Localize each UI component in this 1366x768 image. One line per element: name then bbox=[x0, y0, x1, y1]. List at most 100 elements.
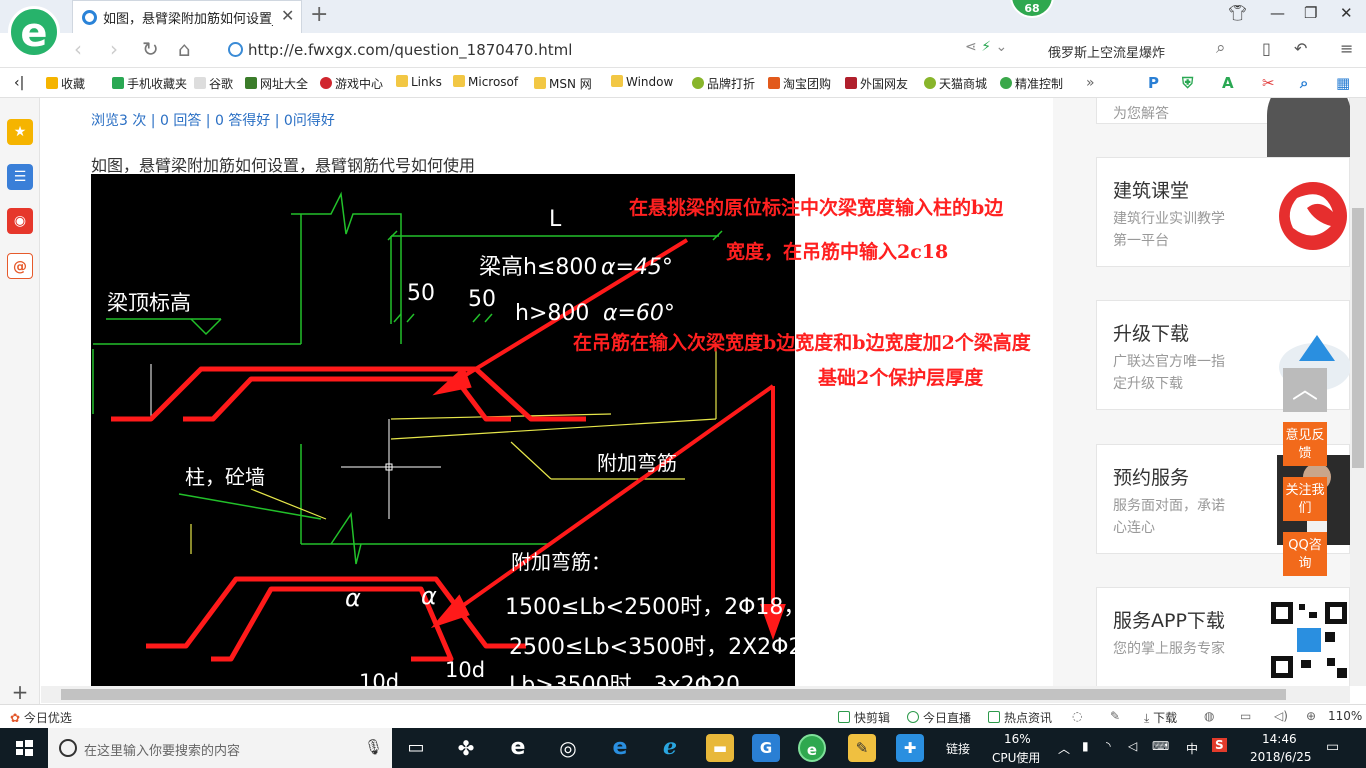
zoom-icon[interactable]: ⊕ bbox=[1306, 709, 1316, 723]
mail-icon[interactable]: @ bbox=[7, 253, 33, 279]
browser-logo[interactable]: e bbox=[8, 6, 60, 58]
status-item[interactable]: ⤓ 下载 bbox=[1144, 709, 1177, 726]
news-list-icon[interactable]: ☰ bbox=[7, 164, 33, 190]
tab-close-icon[interactable]: ✕ bbox=[281, 6, 294, 25]
favorites-star-icon[interactable]: ★ bbox=[7, 119, 33, 145]
translate-icon[interactable]: A bbox=[1222, 74, 1234, 92]
service-card-top[interactable]: 为您解答 bbox=[1096, 98, 1350, 165]
bookmark-folder[interactable]: Window bbox=[611, 75, 673, 89]
bookmark-folder[interactable]: Links bbox=[396, 75, 442, 89]
clock-date[interactable]: 2018/6/25 bbox=[1250, 750, 1312, 764]
page-icon bbox=[194, 77, 206, 89]
bookmark-folder[interactable]: Microsof bbox=[453, 75, 518, 89]
ime-indicator[interactable]: 中 bbox=[1186, 740, 1198, 757]
360-browser-icon[interactable]: e bbox=[798, 734, 826, 762]
feedback-button[interactable]: 意见反馈 bbox=[1283, 422, 1327, 466]
vertical-scrollbar[interactable] bbox=[1350, 98, 1366, 686]
status-item[interactable]: 今日直播 bbox=[907, 709, 971, 726]
tray-expand-icon[interactable]: ︿ bbox=[1058, 740, 1070, 757]
menu-icon[interactable]: ≡ bbox=[1340, 39, 1353, 58]
card-building-class[interactable]: 建筑课堂 建筑行业实训教学第一平台 bbox=[1096, 157, 1350, 267]
forward-icon[interactable]: › bbox=[110, 37, 118, 61]
ie-browser-icon[interactable]: e bbox=[504, 734, 532, 762]
horizontal-scroll-thumb[interactable] bbox=[61, 689, 1286, 700]
leaf-icon bbox=[692, 77, 704, 89]
keyboard-icon[interactable]: ⌨ bbox=[1152, 739, 1169, 753]
ie-icon[interactable]: ℯ bbox=[656, 734, 684, 762]
undo-icon[interactable]: ↶ bbox=[1294, 39, 1307, 58]
swirl-app-icon[interactable]: ◎ bbox=[554, 734, 582, 762]
taskbar-links[interactable]: 链接 bbox=[946, 740, 970, 757]
apps-icon[interactable]: ▦ bbox=[1336, 74, 1350, 92]
status-item[interactable]: 快剪辑 bbox=[838, 709, 890, 726]
bookmark-label: MSN 网 bbox=[549, 77, 592, 91]
today-picks[interactable]: ✿ 今日优选 bbox=[10, 709, 72, 726]
sidebar-toggle-icon[interactable]: ‹| bbox=[14, 75, 24, 91]
new-tab-button[interactable]: + bbox=[310, 2, 328, 27]
horizontal-scrollbar[interactable] bbox=[41, 686, 1350, 703]
bookmark-folder[interactable]: MSN 网 bbox=[534, 75, 592, 92]
mobile-icon[interactable]: ▯ bbox=[1262, 39, 1271, 58]
window-icon[interactable]: ▭ bbox=[1240, 709, 1251, 723]
back-icon[interactable]: ‹ bbox=[74, 37, 82, 61]
bookmark-item[interactable]: 游戏中心 bbox=[320, 75, 383, 92]
weibo-icon[interactable]: ◉ bbox=[7, 208, 33, 234]
bookmark-item[interactable]: 淘宝团购 bbox=[768, 75, 831, 92]
speed-icon[interactable]: ◌ bbox=[1072, 709, 1082, 723]
taskbar-search-input[interactable]: 在这里输入你要搜索的内容 🎙︎ bbox=[48, 728, 392, 768]
back-to-top-button[interactable]: ︿ bbox=[1283, 368, 1327, 412]
app-g-icon[interactable]: G bbox=[752, 734, 780, 762]
plus-app-icon[interactable]: ✚ bbox=[896, 734, 924, 762]
bookmark-item[interactable]: 谷歌 bbox=[194, 75, 233, 92]
close-window-icon[interactable]: ✕ bbox=[1340, 4, 1353, 22]
sidebar-add-icon[interactable]: + bbox=[0, 680, 40, 704]
speed-mode-icon[interactable]: ⚡ bbox=[981, 39, 991, 55]
sogou-ime-icon[interactable]: S bbox=[1212, 738, 1227, 752]
edge-icon[interactable]: e bbox=[606, 734, 634, 762]
bookmark-item[interactable]: 网址大全 bbox=[245, 75, 308, 92]
bookmark-item[interactable]: 品牌打折 bbox=[692, 75, 755, 92]
microphone-icon[interactable]: 🎙︎ bbox=[364, 738, 383, 756]
magnifier-icon[interactable]: ⌕ bbox=[1300, 74, 1308, 92]
follow-us-button[interactable]: 关注我们 bbox=[1283, 477, 1327, 521]
shirt-skin-icon[interactable]: 👕︎ bbox=[1228, 4, 1247, 22]
search-input[interactable]: 俄罗斯上空流星爆炸 ⌕ bbox=[1040, 37, 1240, 64]
bookmark-item[interactable]: 天猫商城 bbox=[924, 75, 987, 92]
pin-icon[interactable]: ✎ bbox=[1110, 709, 1120, 723]
qq-consult-button[interactable]: QQ咨询 bbox=[1283, 532, 1327, 576]
notes-app-icon[interactable]: ✎ bbox=[848, 734, 876, 762]
speaker-icon[interactable]: ◁ bbox=[1128, 739, 1137, 753]
wifi-icon[interactable]: ◝ bbox=[1106, 739, 1111, 753]
clean-icon[interactable]: ◍ bbox=[1204, 709, 1214, 723]
chevron-down-icon[interactable]: ⌄ bbox=[995, 39, 1007, 55]
extension-icon[interactable]: P bbox=[1148, 74, 1159, 92]
notification-badge[interactable]: 68 bbox=[1010, 0, 1054, 18]
notification-center-icon[interactable]: ▭ bbox=[1326, 739, 1339, 755]
status-item[interactable]: 热点资讯 bbox=[988, 709, 1052, 726]
clock-time[interactable]: 14:46 bbox=[1262, 732, 1297, 746]
windows-start-icon[interactable] bbox=[0, 728, 48, 768]
url-field[interactable]: http://e.fwxgx.com/question_1870470.html bbox=[222, 37, 962, 64]
home-icon[interactable]: ⌂ bbox=[178, 37, 191, 61]
bookmark-item[interactable]: 精准控制 bbox=[1000, 75, 1063, 92]
card-app-download[interactable]: 服务APP下载 您的掌上服务专家 bbox=[1096, 587, 1350, 686]
bookmark-item[interactable]: 外国网友 bbox=[845, 75, 908, 92]
bookmark-item[interactable]: 手机收藏夹 bbox=[112, 75, 187, 92]
search-icon[interactable]: ⌕ bbox=[1216, 38, 1226, 58]
bookmark-item[interactable]: 收藏 bbox=[46, 75, 85, 92]
tab-active[interactable]: 如图，悬臂梁附加筋如何设置_广联达服务新干线 ✕ bbox=[72, 0, 302, 33]
pinwheel-app-icon[interactable]: ✤ bbox=[452, 734, 480, 762]
zoom-level[interactable]: 110% bbox=[1328, 709, 1362, 723]
vertical-scroll-thumb[interactable] bbox=[1352, 208, 1364, 468]
task-view-icon[interactable]: ▭ bbox=[402, 734, 430, 762]
file-explorer-icon[interactable]: ▬ bbox=[706, 734, 734, 762]
minimize-icon[interactable]: — bbox=[1270, 4, 1285, 22]
more-bookmarks-icon[interactable]: » bbox=[1086, 75, 1095, 91]
restore-icon[interactable]: ❐ bbox=[1304, 4, 1317, 22]
refresh-icon[interactable]: ↻ bbox=[142, 37, 159, 61]
battery-icon[interactable]: ▮ bbox=[1082, 739, 1089, 753]
share-icon[interactable]: ⋖ bbox=[965, 39, 977, 55]
scissors-icon[interactable]: ✂ bbox=[1262, 74, 1275, 92]
shield-icon[interactable]: ⛨ bbox=[1182, 74, 1193, 92]
volume-icon[interactable]: ◁) bbox=[1274, 709, 1288, 723]
